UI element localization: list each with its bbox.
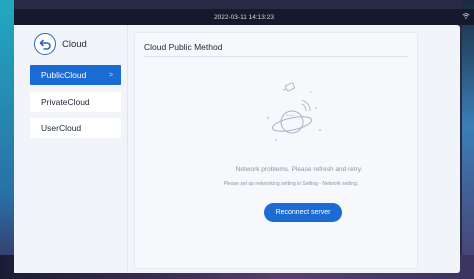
error-hint: Please set up networking setting in Sett… <box>223 181 359 187</box>
wallpaper-right <box>462 0 474 279</box>
sidebar-header: Cloud <box>34 33 87 55</box>
disconnected-planet-icon <box>266 82 322 141</box>
panel-title: Cloud Public Method <box>144 42 223 52</box>
sidebar-item-label: UserCloud <box>41 123 82 133</box>
cloud-window: Cloud PublicCloud > PrivateCloud UserClo… <box>14 25 460 273</box>
sidebar: Cloud PublicCloud > PrivateCloud UserClo… <box>14 25 128 273</box>
reconnect-server-button[interactable]: Reconnect server <box>264 203 342 222</box>
content-panel: Cloud Public Method Network problems. Pl… <box>134 32 418 269</box>
wallpaper-left <box>0 0 14 279</box>
panel-divider <box>144 56 408 57</box>
sidebar-item-publiccloud[interactable]: PublicCloud > <box>30 65 121 85</box>
back-arrow-icon <box>39 39 51 50</box>
sidebar-title: Cloud <box>62 38 87 50</box>
wifi-icon <box>462 13 470 19</box>
sidebar-item-usercloud[interactable]: UserCloud <box>30 118 121 138</box>
status-bar: 2022-03-11 14:13:23 <box>14 9 474 25</box>
back-button[interactable] <box>34 33 56 55</box>
error-message: Network problems. Please refresh and ret… <box>235 166 363 173</box>
sidebar-item-label: PrivateCloud <box>41 97 90 107</box>
sidebar-item-privatecloud[interactable]: PrivateCloud <box>30 92 121 112</box>
chevron-right-icon: > <box>108 71 113 79</box>
status-datetime: 2022-03-11 14:13:23 <box>214 13 274 21</box>
sidebar-item-label: PublicCloud <box>41 70 87 80</box>
